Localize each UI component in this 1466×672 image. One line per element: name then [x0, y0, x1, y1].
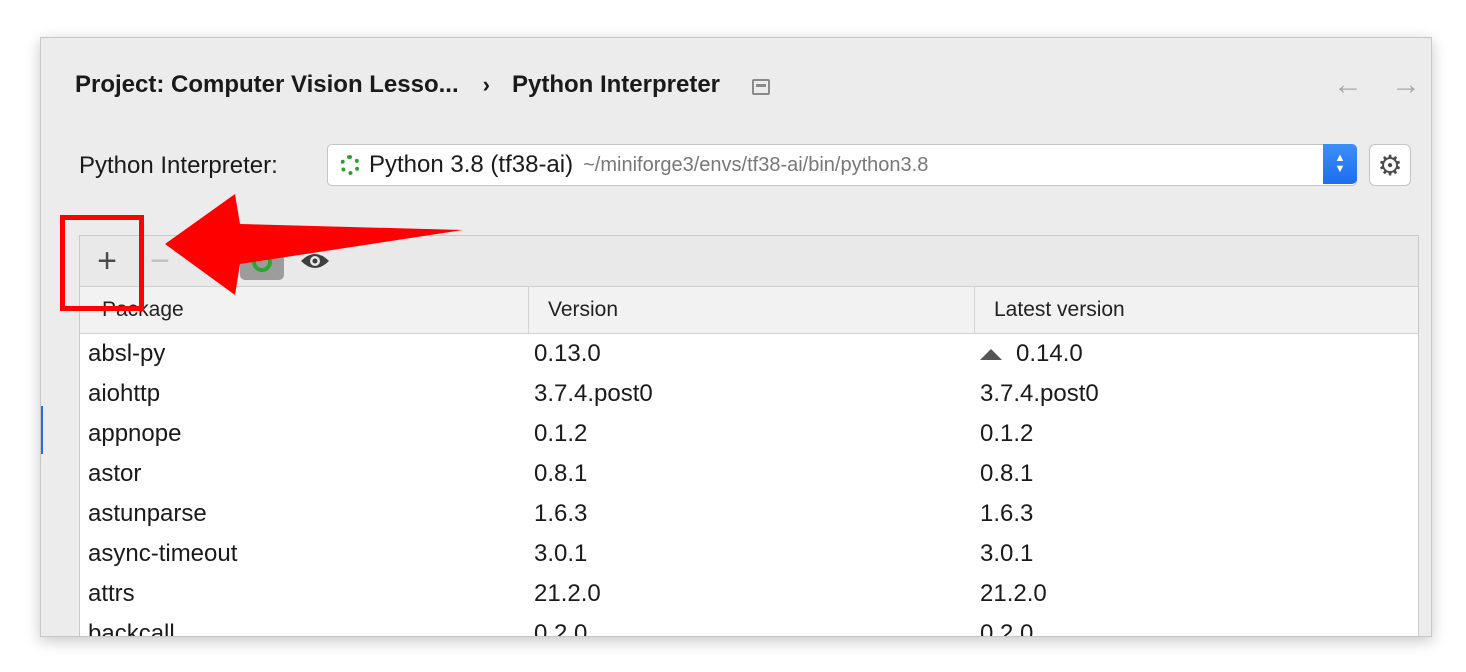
latest-version-text: 3.7.4.post0: [980, 380, 1099, 407]
package-latest-version: 0.1.2: [980, 414, 1033, 454]
package-name: absl-py: [88, 340, 166, 367]
package-name: backcall: [88, 620, 175, 637]
package-version: 0.8.1: [534, 460, 588, 487]
nav-arrows: ← →: [1333, 68, 1421, 102]
table-row[interactable]: astunparse 1.6.3 1.6.3: [80, 494, 1418, 534]
package-version: 0.2.0: [534, 620, 588, 637]
packages-toolbar: + −: [80, 236, 1418, 287]
gear-icon: ⚙: [1377, 149, 1403, 181]
package-version: 0.1.2: [534, 420, 588, 447]
reload-packages-button[interactable]: [240, 244, 284, 280]
forward-arrow-icon[interactable]: →: [1391, 68, 1421, 102]
table-row[interactable]: absl-py 0.13.0 0.14.0: [80, 334, 1418, 374]
package-version: 3.7.4.post0: [534, 380, 653, 407]
latest-version-text: 0.8.1: [980, 460, 1034, 487]
table-row[interactable]: astor 0.8.1 0.8.1: [80, 454, 1418, 494]
interpreter-settings-button[interactable]: ⚙: [1369, 144, 1411, 186]
interpreter-label: Python Interpreter:: [79, 152, 278, 179]
page-title: Python Interpreter: [511, 71, 720, 98]
interpreter-select[interactable]: Python 3.8 (tf38-ai) ~/miniforge3/envs/t…: [327, 144, 1357, 186]
annotation-highlight-box: [60, 215, 144, 311]
package-version: 3.0.1: [534, 540, 588, 567]
upgrade-available-icon[interactable]: [980, 348, 1002, 360]
table-row[interactable]: async-timeout 3.0.1 3.0.1: [80, 534, 1418, 574]
column-header-version[interactable]: Version: [548, 287, 618, 333]
breadcrumb-project[interactable]: Project: Computer Vision Lesso...: [75, 71, 459, 99]
breadcrumb: Project: Computer Vision Lesso... › Pyth…: [75, 68, 770, 102]
packages-panel: + − Package Version Latest version absl-…: [79, 235, 1419, 637]
latest-version-text: 0.14.0: [1016, 340, 1083, 367]
interpreter-name: Python 3.8 (tf38-ai): [369, 151, 574, 178]
settings-window: Project: Computer Vision Lesso... › Pyth…: [40, 37, 1432, 637]
package-name: attrs: [88, 580, 135, 607]
package-latest-version: 3.0.1: [980, 534, 1033, 574]
package-latest-version: 0.14.0: [980, 334, 1083, 374]
package-latest-version: 3.7.4.post0: [980, 374, 1099, 414]
latest-version-text: 1.6.3: [980, 500, 1034, 527]
sidebar-selection-indicator: [41, 406, 43, 454]
window-options-icon[interactable]: [752, 79, 770, 95]
eye-icon: [301, 254, 329, 268]
package-latest-version: 1.6.3: [980, 494, 1033, 534]
package-version: 1.6.3: [534, 500, 588, 527]
column-header-latest-version[interactable]: Latest version: [994, 287, 1125, 333]
show-early-releases-button[interactable]: [298, 244, 332, 278]
package-name: aiohttp: [88, 380, 161, 407]
packages-table-body: absl-py 0.13.0 0.14.0 aiohttp 3.7.4.post0 3.7…: [80, 334, 1418, 637]
column-divider[interactable]: [528, 287, 529, 333]
breadcrumb-separator: ›: [482, 72, 490, 97]
loading-spinner-icon: [252, 252, 272, 272]
package-latest-version: 0.8.1: [980, 454, 1033, 494]
interpreter-path: ~/miniforge3/envs/tf38-ai/bin/python3.8: [583, 153, 929, 176]
latest-version-text: 0.2.0: [980, 620, 1034, 637]
latest-version-text: 3.0.1: [980, 540, 1034, 567]
package-latest-version: 0.2.0: [980, 614, 1034, 637]
column-divider[interactable]: [974, 287, 975, 333]
package-name: astunparse: [88, 500, 207, 527]
table-row[interactable]: appnope 0.1.2 0.1.2: [80, 414, 1418, 454]
table-row[interactable]: backcall 0.2.0 0.2.0: [80, 614, 1418, 637]
chevron-down-icon: ▼: [1334, 163, 1346, 175]
package-version: 0.13.0: [534, 340, 601, 367]
table-row[interactable]: aiohttp 3.7.4.post0 3.7.4.post0: [80, 374, 1418, 414]
back-arrow-icon[interactable]: ←: [1333, 68, 1363, 102]
package-version: 21.2.0: [534, 580, 601, 607]
package-latest-version: 21.2.0: [980, 574, 1047, 614]
select-stepper-icon[interactable]: ▲ ▼: [1323, 144, 1357, 184]
interpreter-row: Python Interpreter: Python 3.8 (tf38-ai)…: [79, 144, 1411, 188]
table-header: Package Version Latest version: [80, 287, 1418, 334]
latest-version-text: 0.1.2: [980, 420, 1034, 447]
latest-version-text: 21.2.0: [980, 580, 1047, 607]
remove-package-button[interactable]: −: [146, 242, 174, 280]
python-interpreter-icon: [340, 155, 360, 175]
package-name: appnope: [88, 420, 182, 447]
table-row[interactable]: attrs 21.2.0 21.2.0: [80, 574, 1418, 614]
package-name: async-timeout: [88, 540, 238, 567]
package-name: astor: [88, 460, 142, 487]
